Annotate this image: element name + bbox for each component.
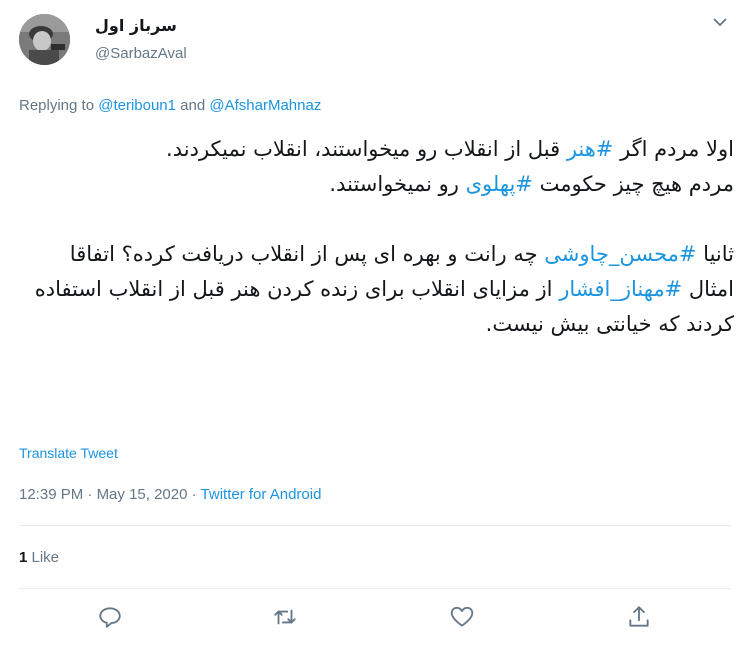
meta-separator: ·: [187, 486, 201, 503]
translate-tweet-link[interactable]: Translate Tweet: [19, 445, 118, 461]
meta-separator: ·: [83, 486, 97, 503]
tweet-text-1b: قبل از انقلاب رو میخواستند، انقلاب نمیکر…: [166, 137, 567, 161]
author-handle[interactable]: @SarbazAval: [95, 45, 187, 62]
tweet-source[interactable]: Twitter for Android: [201, 486, 322, 503]
reply-icon[interactable]: [97, 604, 125, 632]
hashtag-mohsen-chavoshi[interactable]: #محسن_چاوشی: [544, 242, 696, 266]
author-display-name[interactable]: سرباز اول: [95, 16, 177, 35]
mention-teriboun1[interactable]: @teriboun1: [98, 97, 176, 114]
tweet-text-2b: رو نمیخواستند.: [329, 172, 466, 196]
tweet-meta: 12:39 PM · May 15, 2020 · Twitter for An…: [19, 486, 321, 503]
heart-icon[interactable]: [449, 604, 477, 632]
divider: [19, 525, 731, 526]
likes-stat[interactable]: 1 Like: [19, 549, 59, 566]
divider: [19, 588, 731, 589]
replying-to: Replying to @teriboun1 and @AfsharMahnaz: [19, 97, 321, 114]
replying-prefix: Replying to: [19, 97, 99, 114]
retweet-icon[interactable]: [272, 604, 300, 632]
mention-afsharmahnaz[interactable]: @AfsharMahnaz: [209, 97, 321, 114]
hashtag-pahlavi[interactable]: #پهلوی: [466, 172, 533, 196]
tweet-paragraph-1: اولا مردم اگر #هنر قبل از انقلاب رو میخو…: [30, 132, 734, 167]
replying-joiner: and: [176, 97, 210, 114]
tweet-text-2a: مردم هیچ چیز حکومت: [532, 172, 734, 196]
tweet-time[interactable]: 12:39 PM: [19, 486, 83, 503]
chevron-down-icon[interactable]: [711, 15, 729, 31]
avatar-image: [19, 14, 70, 65]
avatar[interactable]: [19, 14, 70, 65]
tweet-paragraph-3: ثانیا #محسن_چاوشی چه رانت و بهره ای پس ا…: [30, 237, 734, 342]
tweet-paragraph-2: مردم هیچ چیز حکومت #پهلوی رو نمیخواستند.: [30, 167, 734, 202]
likes-label: Like: [27, 549, 60, 566]
hashtag-mahnaz-afshar[interactable]: #مهناز_افشار: [559, 277, 682, 301]
hashtag-honar[interactable]: #هنر: [567, 137, 614, 161]
tweet-text-3a: ثانیا: [696, 242, 734, 266]
tweet-text-1a: اولا مردم اگر: [613, 137, 734, 161]
share-icon[interactable]: [626, 604, 654, 632]
tweet-date[interactable]: May 15, 2020: [97, 486, 188, 503]
tweet-text: اولا مردم اگر #هنر قبل از انقلاب رو میخو…: [30, 132, 734, 342]
